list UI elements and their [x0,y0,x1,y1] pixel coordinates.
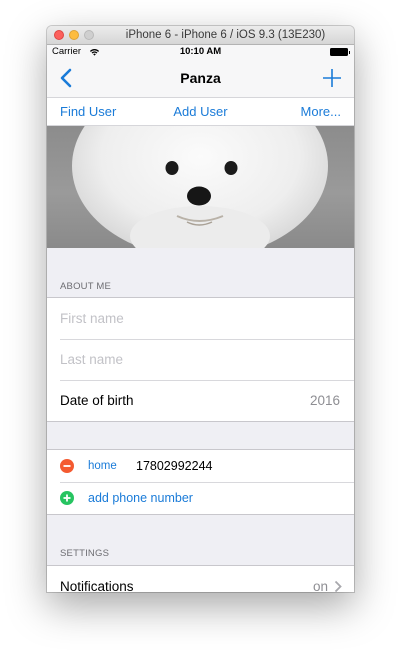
chevron-right-icon [334,580,342,592]
last-name-field[interactable]: Last name [60,339,123,380]
add-phone-number-button[interactable]: add phone number [88,482,193,514]
about-group: First name Last name Date of birth 2016 [47,297,354,422]
add-phone-row[interactable]: add phone number [47,482,354,514]
minimize-window-button[interactable] [69,30,79,40]
last-name-row[interactable]: Last name [47,339,354,380]
first-name-row[interactable]: First name [47,298,354,339]
notifications-label: Notifications [60,579,134,592]
date-of-birth-row[interactable]: Date of birth 2016 [47,380,354,421]
phone-number-field[interactable]: 17802992244 [136,450,212,482]
remove-phone-icon[interactable] [60,459,74,473]
phone-type-label[interactable]: home [88,450,117,482]
window-titlebar: iPhone 6 - iPhone 6 / iOS 9.3 (13E230) [47,26,354,45]
simulator-window: iPhone 6 - iPhone 6 / iOS 9.3 (13E230) C… [47,26,354,592]
phone-row: home 17802992244 [47,450,354,482]
date-of-birth-value: 2016 [309,393,340,408]
chevron-left-icon[interactable] [59,67,77,89]
plus-icon[interactable] [322,68,342,88]
notifications-row[interactable]: Notifications on [47,566,354,592]
first-name-field[interactable]: First name [60,298,124,339]
settings-section-header: SETTINGS [60,548,110,559]
about-section-header: ABOUT ME [60,281,112,292]
settings-group: Notifications on [47,565,354,592]
segment-bar: Find User Add User More... [47,98,354,126]
profile-photo [47,126,354,248]
battery-icon [330,48,350,56]
date-of-birth-label: Date of birth [60,393,134,408]
status-bar: Carrier 10:10 AM [47,45,354,59]
add-phone-icon[interactable] [60,491,74,505]
navigation-bar: Panza [47,59,354,98]
phone-group: home 17802992244 add phone number [47,449,354,515]
page-title: Panza [180,70,221,86]
status-time: 10:10 AM [179,46,222,57]
notifications-value: on [312,579,328,592]
tab-more[interactable]: More... [301,98,341,125]
close-window-button[interactable] [54,30,64,40]
dog-photo-image [72,126,328,248]
zoom-window-button[interactable] [84,30,94,40]
window-title: iPhone 6 - iPhone 6 / iOS 9.3 (13E230) [125,29,326,41]
